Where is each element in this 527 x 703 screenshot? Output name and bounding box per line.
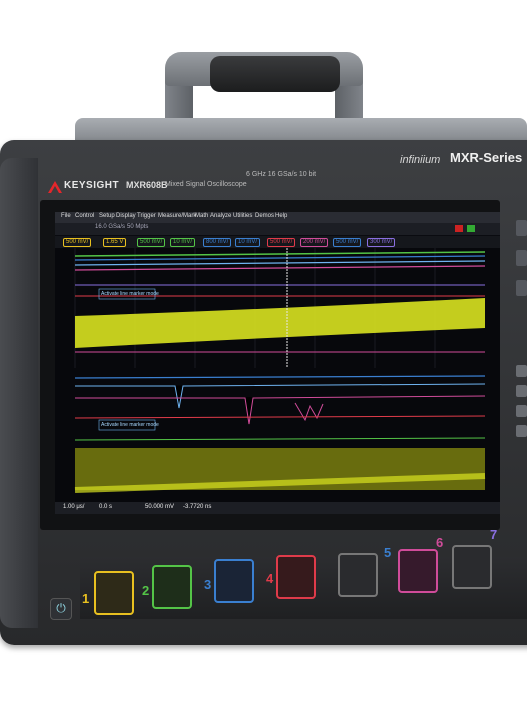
memory-depth: 50 Mpts (127, 224, 149, 230)
sample-rate: 16.0 GSa/s (95, 224, 126, 230)
menu-display[interactable]: Display (116, 213, 136, 219)
trigger-level[interactable]: 50.000 mV (145, 504, 174, 510)
menu-analyze[interactable]: Analyze (210, 213, 231, 219)
waveform-area[interactable] (55, 248, 500, 502)
port-label-1: 1 (82, 591, 90, 606)
oscilloscope-display[interactable]: File Control Setup Display Trigger Measu… (55, 212, 500, 514)
port-label-7: 7 (490, 527, 498, 542)
ch1-input-port[interactable] (94, 571, 134, 615)
power-button[interactable]: ⏻ (50, 598, 72, 620)
ch5-input-port[interactable] (338, 553, 378, 597)
ch5-scale[interactable]: 500 mV/ (333, 238, 362, 247)
menu-setup[interactable]: Setup (99, 213, 115, 219)
trigger-delay[interactable]: -3.7720 ns (183, 504, 211, 510)
ch7-input-port[interactable] (452, 545, 492, 589)
menu-demos[interactable]: Demos (255, 213, 274, 219)
series-name: MXR-Series (450, 150, 523, 165)
menu-bar: File Control Setup Display Trigger Measu… (55, 212, 500, 223)
menu-measure-mark[interactable]: Measure/Mark (158, 213, 196, 219)
brand-name: KEYSIGHT (64, 180, 120, 191)
left-bezel (0, 158, 38, 628)
family-logo: infiniium (400, 154, 441, 166)
ch4-scale[interactable]: 500 mV/ (267, 238, 296, 247)
front-panel-keys[interactable] (514, 180, 527, 450)
annotation-bottom: Activate line marker mode (101, 422, 159, 428)
timebase-scale[interactable]: 1.00 μs/ (63, 504, 84, 510)
menu-trigger[interactable]: Trigger (137, 213, 156, 219)
run-button[interactable] (467, 225, 475, 232)
ch3-offset[interactable]: 10 mV/ (235, 238, 261, 247)
menu-math[interactable]: Math (195, 213, 208, 219)
input-port-panel: 1 2 3 4 5 6 7 (80, 527, 527, 619)
menu-help[interactable]: Help (275, 213, 287, 219)
menu-file[interactable]: File (61, 213, 71, 219)
toolbar: 16.0 GSa/s 50 Mpts (55, 223, 500, 235)
model-number: MXR608B (126, 180, 168, 190)
ch7-scale[interactable]: 300 mV/ (367, 238, 396, 247)
ch6-scale[interactable]: 200 mV/ (300, 238, 329, 247)
status-bar: 1.00 μs/ 0.0 s 50.000 mV -3.7720 ns (55, 502, 500, 514)
port-label-6: 6 (436, 535, 444, 550)
ch4-input-port[interactable] (276, 555, 316, 599)
ch2-input-port[interactable] (152, 565, 192, 609)
channel-readout-row: 500 mV/ 1.65 V 500 mV/ 10 mV/ 800 mV/ 10… (55, 236, 500, 248)
ch2-offset[interactable]: 10 mV/ (170, 238, 196, 247)
port-label-3: 3 (204, 577, 212, 592)
ch1-offset[interactable]: 1.65 V (103, 238, 127, 247)
keysight-logo-icon (48, 181, 62, 193)
annotation-top: Activate line marker mode (101, 291, 159, 297)
ch6-input-port[interactable] (398, 549, 438, 593)
stop-button[interactable] (455, 225, 463, 232)
ch3-input-port[interactable] (214, 559, 254, 603)
handle-grip (210, 56, 340, 92)
menu-utilities[interactable]: Utilities (233, 213, 252, 219)
menu-control[interactable]: Control (75, 213, 94, 219)
ch1-scale[interactable]: 500 mV/ (63, 238, 92, 247)
ch3-scale[interactable]: 800 mV/ (203, 238, 232, 247)
power-icon: ⏻ (56, 601, 66, 615)
timebase-position[interactable]: 0.0 s (99, 504, 112, 510)
port-label-5: 5 (384, 545, 392, 560)
port-label-4: 4 (266, 571, 274, 586)
port-label-2: 2 (142, 583, 150, 598)
model-description: Mixed Signal Oscilloscope (165, 181, 247, 188)
spec-line: 6 GHz 16 GSa/s 10 bit (246, 171, 317, 178)
ch2-scale[interactable]: 500 mV/ (137, 238, 166, 247)
